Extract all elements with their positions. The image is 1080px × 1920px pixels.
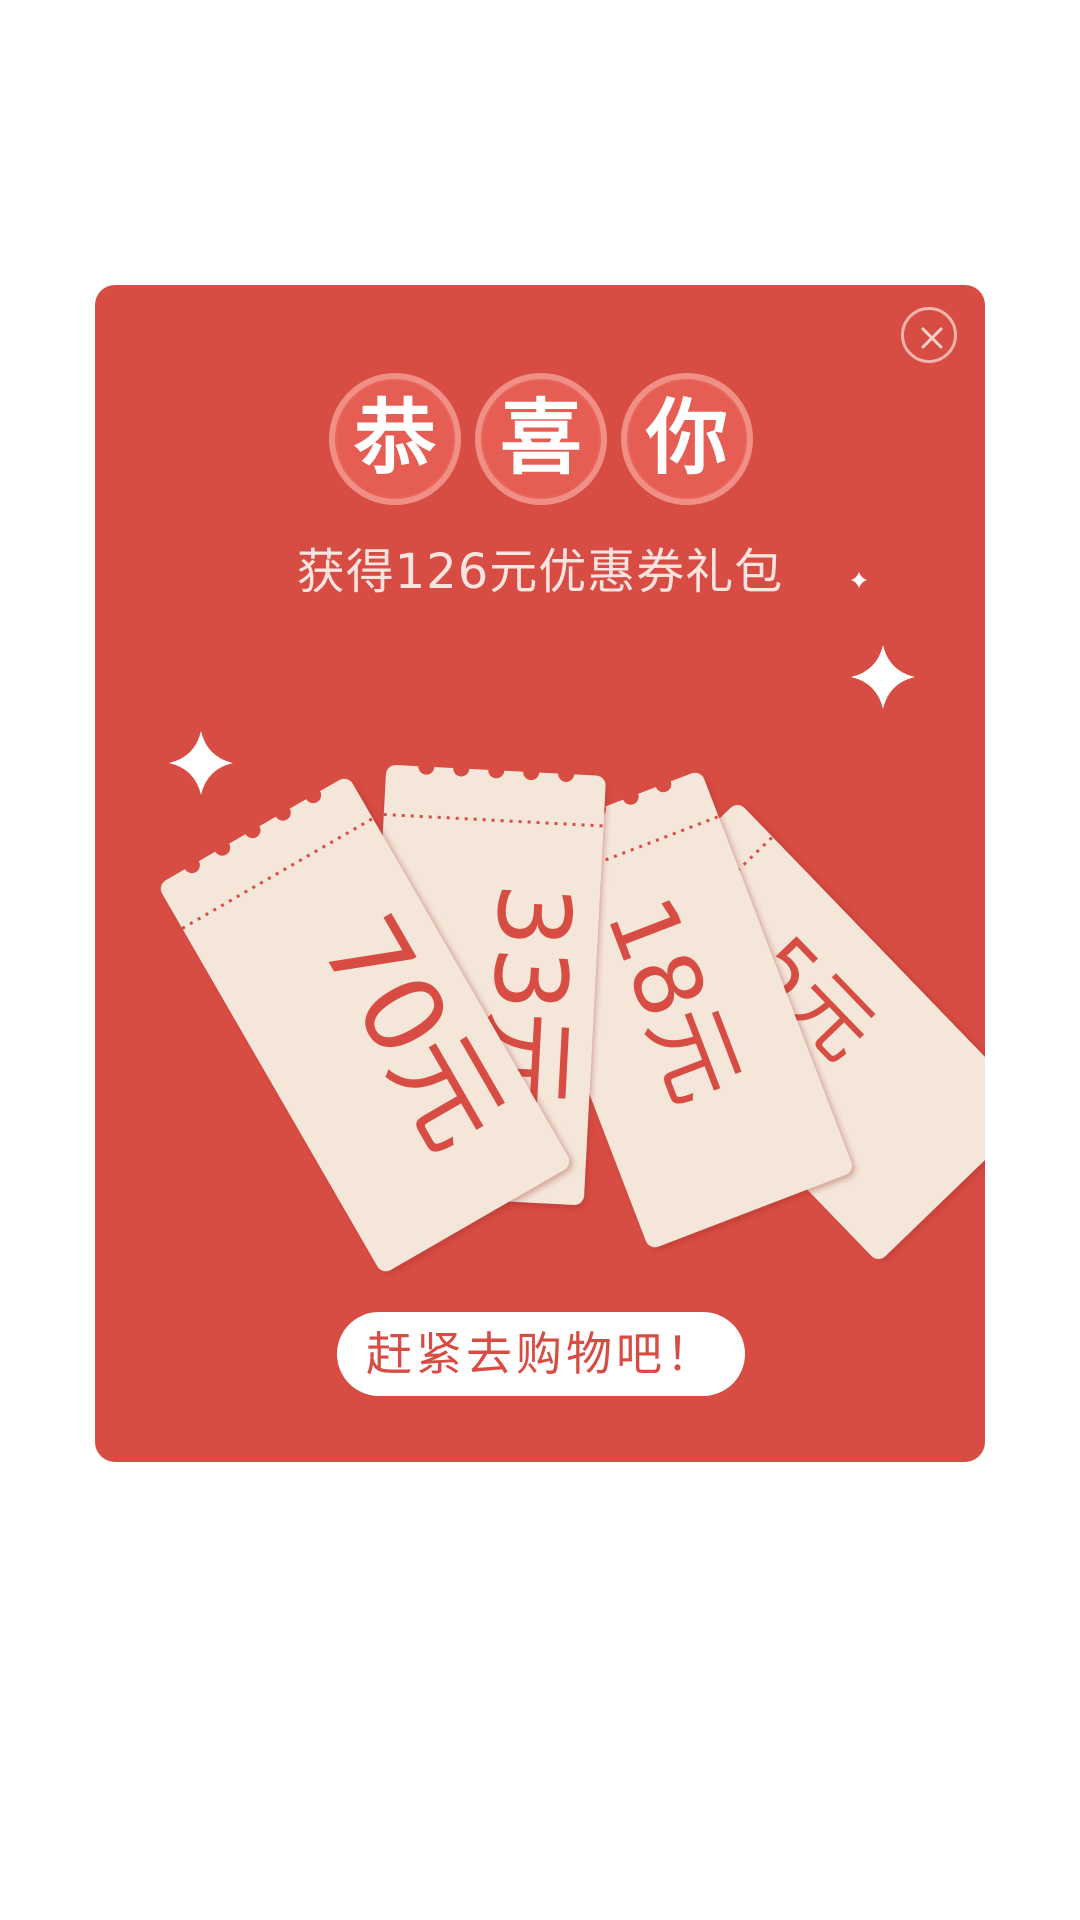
sparkle-icon <box>169 731 233 795</box>
sparkle-icon <box>851 645 915 709</box>
go-shopping-button[interactable]: 赶紧去购物吧！ <box>337 1312 745 1396</box>
page: 恭 喜 你 获得126元优惠券礼包 5元 18元 33元 70元 赶紧去购物吧！ <box>0 0 1080 1920</box>
sparkle-icon <box>851 572 867 588</box>
coupons-illustration: 5元 18元 33元 70元 <box>160 572 985 1272</box>
coupon-gift-dialog: 恭 喜 你 获得126元优惠券礼包 5元 18元 33元 70元 赶紧去购物吧！ <box>95 285 985 1462</box>
